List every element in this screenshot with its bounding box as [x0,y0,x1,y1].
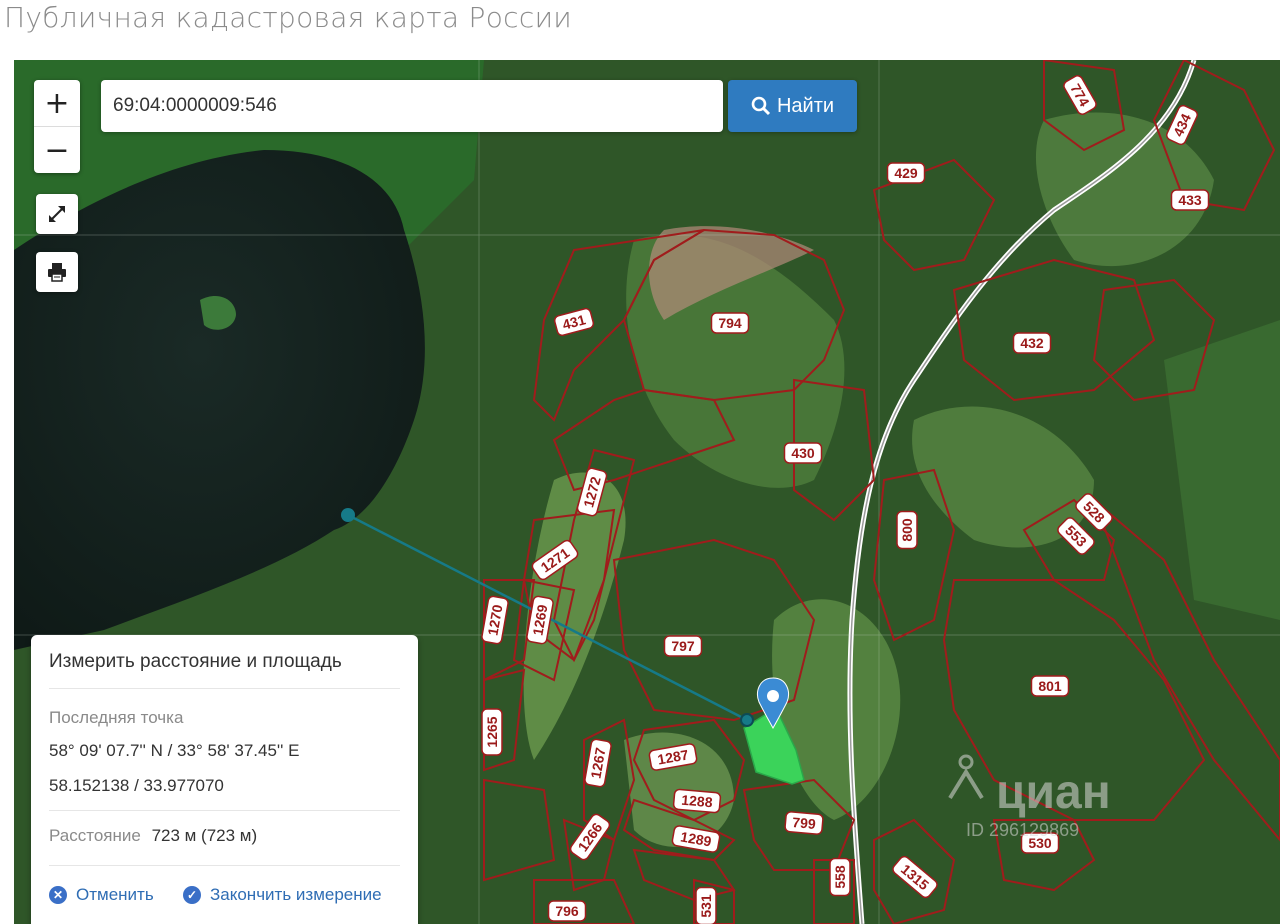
last-point-label: Последняя точка [49,708,184,727]
expand-icon [49,206,65,222]
svg-text:796: 796 [555,903,579,919]
search-button-label: Найти [776,94,835,117]
svg-text:1288: 1288 [681,792,714,811]
watermark-brand: циан [996,766,1111,819]
parcel-label[interactable]: 433 [1170,189,1210,211]
search-icon [751,96,771,116]
parcel-label[interactable]: 432 [1012,332,1052,354]
divider [49,810,400,811]
search-button[interactable]: Найти [728,80,857,132]
parcel-label[interactable]: 794 [710,312,750,334]
svg-text:801: 801 [1038,678,1062,694]
svg-text:558: 558 [832,865,848,889]
distance-value: 723 м (723 м) [151,826,258,845]
close-circle-icon: ✕ [49,886,67,904]
svg-text:429: 429 [894,165,918,181]
map-view[interactable]: 774 434 433 429 431 794 432 430 1272 1271 1270 1269… [14,60,1280,924]
svg-text:531: 531 [698,894,714,918]
zoom-in-button[interactable]: + [34,80,80,126]
coords-dms: 58° 09' 07.7'' N / 33° 58' 37.45'' E [49,741,300,760]
svg-text:1265: 1265 [484,716,500,747]
measure-panel-title: Измерить расстояние и площадь [49,651,342,672]
parcel-label[interactable]: 800 [896,510,918,550]
parcel-label[interactable]: 801 [1030,675,1070,697]
measure-panel: Измерить расстояние и площадь Последняя … [31,635,418,924]
measure-end-point[interactable] [740,713,754,727]
cadastral-search-input[interactable] [101,80,723,132]
print-button[interactable] [36,252,78,292]
zoom-out-button[interactable]: − [34,126,80,173]
svg-text:430: 430 [791,445,815,461]
svg-text:794: 794 [718,315,742,331]
parcel-label[interactable]: 797 [663,635,703,657]
parcel-label[interactable]: 429 [886,162,926,184]
divider [49,865,400,866]
cancel-label: Отменить [76,885,154,904]
zoom-controls: + − [34,80,80,173]
parcel-label[interactable]: 1288 [672,788,722,814]
check-circle-icon: ✓ [183,886,201,904]
measure-start-point[interactable] [341,508,355,522]
coords-decimal: 58.152138 / 33.977070 [49,776,224,795]
distance-row: Расстояние 723 м (723 м) [49,826,257,846]
finish-label: Закончить измерение [210,885,382,904]
parcel-label[interactable]: 558 [829,857,851,897]
fullscreen-button[interactable] [36,194,78,234]
svg-text:797: 797 [671,638,695,654]
watermark-id: ID 296129869 [966,820,1079,840]
cancel-measure-button[interactable]: ✕ Отменить [49,885,154,905]
printer-icon [48,263,66,282]
svg-text:800: 800 [899,518,915,542]
fullscreen-control [36,194,78,234]
svg-text:799: 799 [792,814,817,832]
parcel-label[interactable]: 796 [547,900,587,922]
divider [49,688,400,689]
svg-text:432: 432 [1020,335,1044,351]
parcel-label[interactable]: 531 [695,886,717,924]
parcel-label[interactable]: 799 [784,811,824,835]
parcel-label[interactable]: 430 [783,442,823,464]
distance-label: Расстояние [49,826,141,845]
finish-measure-button[interactable]: ✓ Закончить измерение [183,885,382,905]
svg-text:433: 433 [1178,192,1202,208]
print-control [36,252,78,292]
parcel-label[interactable]: 1265 [481,708,503,756]
page-title: Публичная кадастровая карта России [4,1,573,34]
